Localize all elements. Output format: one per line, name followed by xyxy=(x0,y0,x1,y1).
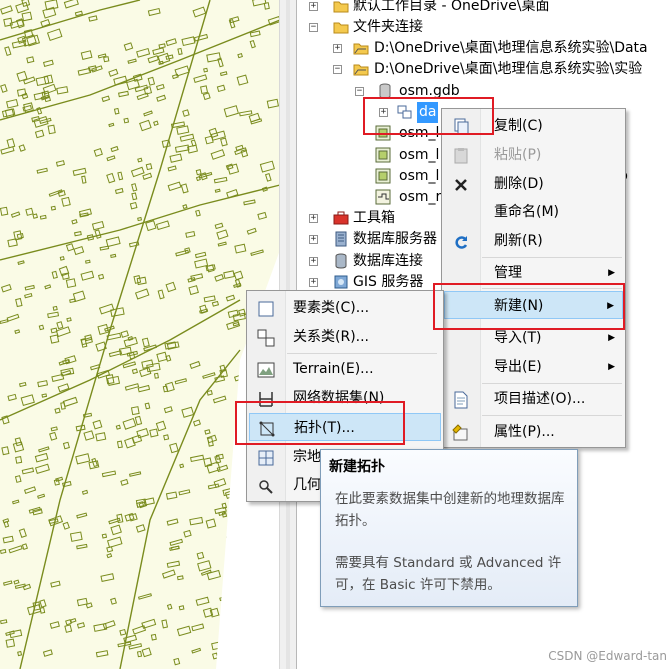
terrain-icon xyxy=(257,362,275,378)
tooltip: 新建拓扑 在此要素数据集中创建新的地理数据库拓扑。 需要具有 Standard … xyxy=(320,449,578,607)
tree-item-label-selected: da xyxy=(417,102,439,123)
relationship-class-icon xyxy=(257,329,275,347)
menu-item-label: 重命名(M) xyxy=(494,204,560,220)
tooltip-note: 需要具有 Standard 或 Advanced 许可，在 Basic 许可下禁… xyxy=(335,555,562,593)
expander-icon[interactable]: + xyxy=(309,235,318,244)
menu-item-properties[interactable]: 属性(P)... xyxy=(444,418,623,446)
submenu-arrow-icon: ▶ xyxy=(608,362,615,372)
parcel-fabric-icon xyxy=(258,450,274,466)
submenu-item-topology[interactable]: 拓扑(T)... xyxy=(249,413,441,441)
tree-item-label: 默认工作目录 - OneDrive\桌面 xyxy=(353,0,550,14)
context-menu: 复制(C) 粘贴(P) 删除(D) 重命名(M) 刷新(R) 管理 ▶ 新建(N… xyxy=(441,108,626,448)
refresh-icon xyxy=(455,236,468,249)
menu-item-import[interactable]: 导入(T) ▶ xyxy=(444,324,623,352)
database-server-icon xyxy=(335,231,347,247)
expander-icon[interactable]: + xyxy=(309,257,318,266)
submenu-arrow-icon: ▶ xyxy=(608,333,615,343)
feature-dataset-icon xyxy=(397,105,412,119)
tree-item-label: 工具箱 xyxy=(353,210,395,226)
submenu-item-relationship-class[interactable]: 关系类(R)... xyxy=(249,323,441,351)
menu-item-label: 新建(N) xyxy=(494,298,544,314)
menu-item-rename[interactable]: 重命名(M) xyxy=(444,198,623,226)
tooltip-title: 新建拓扑 xyxy=(329,459,385,475)
geodatabase-icon xyxy=(379,83,391,99)
line-featureclass-icon xyxy=(375,189,391,205)
menu-item-label: 管理 xyxy=(494,265,522,281)
menu-item-label: Terrain(E)... xyxy=(293,361,374,377)
tree-item-label: D:\OneDrive\桌面\地理信息系统实验\实验 xyxy=(374,61,643,77)
folder-connection-icon xyxy=(353,64,369,76)
paste-icon xyxy=(454,148,468,164)
polygon-featureclass-icon xyxy=(375,168,391,184)
menu-item-label: 属性(P)... xyxy=(494,424,555,440)
polygon-featureclass-icon xyxy=(375,147,391,163)
menu-item-label: 拓扑(T)... xyxy=(294,420,355,436)
menu-item-export[interactable]: 导出(E) ▶ xyxy=(444,353,623,381)
database-connection-icon xyxy=(335,253,347,269)
menu-item-copy[interactable]: 复制(C) xyxy=(444,112,623,140)
expander-icon[interactable]: − xyxy=(355,87,364,96)
network-dataset-icon xyxy=(259,392,273,407)
menu-item-label: 要素类(C)... xyxy=(293,300,370,316)
tree-item-label: osm_l xyxy=(399,147,440,163)
toolbox-icon xyxy=(333,211,349,225)
submenu-item-terrain[interactable]: Terrain(E)... xyxy=(249,355,441,383)
tree-item-label: 数据库服务器 xyxy=(353,231,437,247)
expander-icon[interactable]: + xyxy=(309,2,318,11)
submenu-arrow-icon: ▶ xyxy=(608,268,615,278)
menu-item-label: 复制(C) xyxy=(494,118,543,134)
menu-item-manage[interactable]: 管理 ▶ xyxy=(444,259,623,287)
menu-item-label: 导出(E) xyxy=(494,359,542,375)
submenu-item-network-dataset[interactable]: 网络数据集(N) xyxy=(249,384,441,412)
watermark: CSDN @Edward-tan xyxy=(548,649,667,663)
gis-server-icon xyxy=(334,275,348,289)
geometric-network-icon xyxy=(259,480,273,494)
expander-icon[interactable]: + xyxy=(379,108,388,117)
menu-item-label: 宗地 xyxy=(293,449,321,465)
tree-item-label: 文件夹连接 xyxy=(353,19,423,35)
menu-item-label: 几何 xyxy=(293,477,321,493)
properties-icon xyxy=(452,424,468,441)
menu-item-label: 导入(T) xyxy=(494,330,542,346)
menu-item-label: 粘贴(P) xyxy=(494,147,542,163)
topology-icon xyxy=(259,421,275,437)
tree-item-label: D:\OneDrive\桌面\地理信息系统实验\Data xyxy=(374,40,648,56)
tree-item-label: osm_l xyxy=(399,168,440,184)
menu-item-item-description[interactable]: 项目描述(O)... xyxy=(444,385,623,413)
expander-icon[interactable]: + xyxy=(333,44,342,53)
polygon-featureclass-icon xyxy=(375,125,391,141)
folder-connections-icon xyxy=(333,22,349,34)
expander-icon[interactable]: − xyxy=(333,65,342,74)
document-icon xyxy=(454,391,468,409)
expander-icon[interactable]: + xyxy=(309,278,318,287)
folder-home-icon xyxy=(333,1,349,13)
menu-item-paste[interactable]: 粘贴(P) xyxy=(444,141,623,169)
submenu-item-feature-class[interactable]: 要素类(C)... xyxy=(249,294,441,322)
delete-icon xyxy=(455,179,467,191)
menu-item-delete[interactable]: 删除(D) xyxy=(444,170,623,198)
menu-item-label: 刷新(R) xyxy=(494,233,543,249)
submenu-arrow-icon: ▶ xyxy=(607,301,614,311)
expander-icon[interactable]: − xyxy=(309,23,318,32)
menu-item-refresh[interactable]: 刷新(R) xyxy=(444,227,623,255)
menu-item-label: 网络数据集(N) xyxy=(293,390,385,406)
expander-icon[interactable]: + xyxy=(309,214,318,223)
menu-item-label: 项目描述(O)... xyxy=(494,391,586,407)
tree-item-label: osm_l xyxy=(399,125,440,141)
menu-item-label: 关系类(R)... xyxy=(293,329,370,345)
copy-icon xyxy=(454,118,469,135)
tooltip-body: 在此要素数据集中创建新的地理数据库拓扑。 xyxy=(335,491,565,529)
tree-item-label: osm.gdb xyxy=(399,83,460,99)
tree-item-label: 数据库连接 xyxy=(353,253,423,269)
feature-class-icon xyxy=(258,301,274,317)
menu-item-label: 删除(D) xyxy=(494,176,544,192)
menu-item-new[interactable]: 新建(N) ▶ xyxy=(444,291,623,319)
tree-item-label: osm_r xyxy=(399,189,442,205)
folder-connection-icon xyxy=(353,43,369,55)
